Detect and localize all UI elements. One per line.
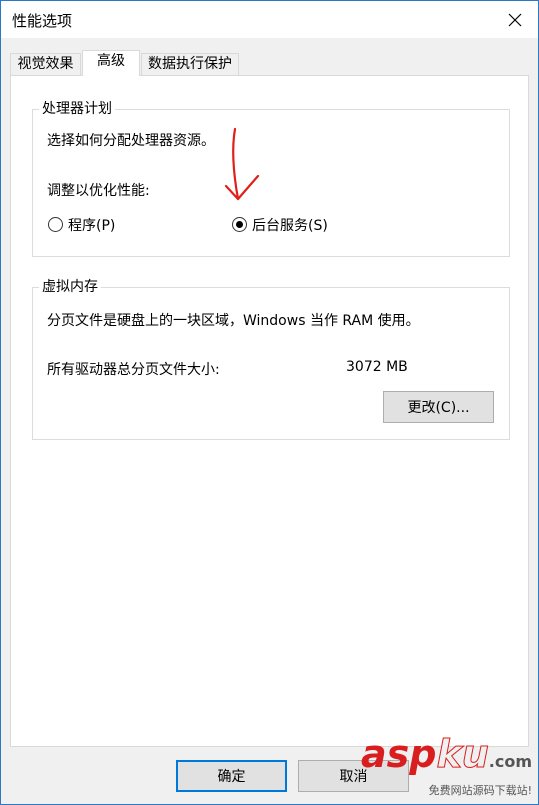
window-title: 性能选项 xyxy=(12,12,73,30)
tab-advanced[interactable]: 高级 xyxy=(82,50,140,76)
red-arrow-annotation xyxy=(224,127,260,201)
virtual-memory-description: 分页文件是硬盘上的一块区域，Windows 当作 RAM 使用。 xyxy=(47,313,420,329)
total-paging-size-value: 3072 MB xyxy=(346,359,408,375)
performance-options-dialog: 性能选项 视觉效果 高级 数据执行保护 处理器计划 选择如何分配处理器资源。 调… xyxy=(0,0,539,805)
tab-visual-effects[interactable]: 视觉效果 xyxy=(10,53,81,75)
background-services-radio-label[interactable]: 后台服务(S) xyxy=(252,215,328,235)
watermark: aspku.com 免费网站源码下载站! xyxy=(361,734,532,798)
watermark-logo: aspku.com xyxy=(360,732,532,776)
virtual-memory-legend: 虚拟内存 xyxy=(39,277,101,297)
close-button[interactable] xyxy=(492,1,538,38)
change-button[interactable]: 更改(C)... xyxy=(383,391,494,423)
programs-radio-label[interactable]: 程序(P) xyxy=(68,215,115,235)
virtual-memory-group: 虚拟内存 分页文件是硬盘上的一块区域，Windows 当作 RAM 使用。 所有… xyxy=(32,277,510,440)
adjust-performance-label: 调整以优化性能: xyxy=(47,183,150,199)
processor-description: 选择如何分配处理器资源。 xyxy=(47,133,215,149)
background-services-radio[interactable] xyxy=(232,217,247,232)
ok-button[interactable]: 确定 xyxy=(176,760,287,792)
total-paging-size-label: 所有驱动器总分页文件大小: xyxy=(47,362,220,378)
tab-data-execution-prevention[interactable]: 数据执行保护 xyxy=(141,53,239,75)
watermark-subtitle: 免费网站源码下载站! xyxy=(428,784,532,797)
processor-scheduling-legend: 处理器计划 xyxy=(39,99,115,119)
close-icon xyxy=(508,13,522,26)
processor-scheduling-group: 处理器计划 选择如何分配处理器资源。 调整以优化性能: 程序(P) 后台服务(S… xyxy=(32,99,510,257)
title-bar: 性能选项 xyxy=(1,1,538,38)
programs-radio[interactable] xyxy=(48,217,63,232)
